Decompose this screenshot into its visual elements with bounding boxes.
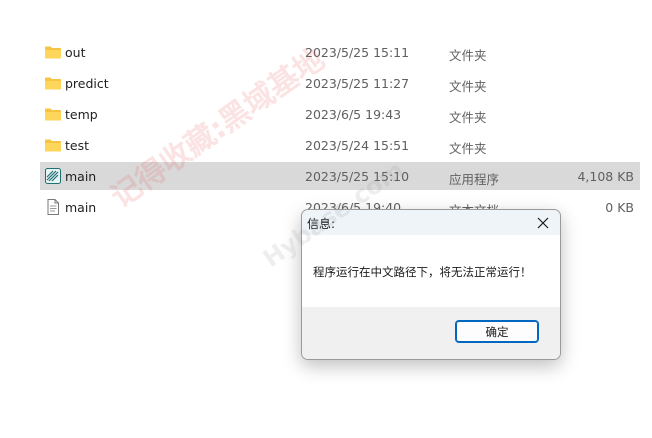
file-row-temp[interactable]: temp 2023/6/5 19:43 文件夹	[40, 100, 640, 128]
folder-icon	[45, 46, 61, 59]
file-modified-date: 2023/6/5 19:43	[305, 107, 402, 122]
file-row-test[interactable]: test 2023/5/24 15:51 文件夹	[40, 131, 640, 159]
folder-icon	[45, 77, 61, 90]
folder-icon	[45, 108, 61, 121]
file-type: 文件夹	[449, 48, 487, 63]
file-name: test	[65, 138, 90, 153]
file-modified-date: 2023/5/25 15:10	[305, 169, 410, 184]
text-document-icon	[47, 199, 59, 215]
dialog-titlebar[interactable]: 信息:	[302, 210, 560, 235]
ok-button[interactable]: 确定	[455, 320, 539, 343]
folder-icon	[45, 139, 61, 152]
application-icon	[45, 168, 61, 184]
file-list: out 2023/5/25 15:11 文件夹 predict 2023/5/2…	[40, 38, 640, 224]
file-name: main	[65, 200, 97, 215]
file-type: 文件夹	[449, 141, 487, 156]
dialog-message: 程序运行在中文路径下，将无法正常运行！	[313, 265, 532, 279]
file-name: out	[65, 45, 86, 60]
info-dialog: 信息: 程序运行在中文路径下，将无法正常运行！ 确定	[301, 209, 561, 360]
file-row-out[interactable]: out 2023/5/25 15:11 文件夹	[40, 38, 640, 66]
file-modified-date: 2023/5/25 15:11	[305, 45, 410, 60]
dialog-footer: 确定	[302, 307, 560, 359]
dialog-title: 信息:	[307, 217, 336, 231]
file-name: main	[65, 169, 97, 184]
file-name: predict	[65, 76, 109, 91]
dialog-content: 程序运行在中文路径下，将无法正常运行！	[302, 235, 560, 307]
file-size: 0 KB	[605, 200, 634, 215]
file-modified-date: 2023/5/24 15:51	[305, 138, 410, 153]
file-modified-date: 2023/5/25 11:27	[305, 76, 410, 91]
file-row-predict[interactable]: predict 2023/5/25 11:27 文件夹	[40, 69, 640, 97]
file-type: 文件夹	[449, 79, 487, 94]
close-icon[interactable]	[532, 212, 554, 234]
file-type: 文件夹	[449, 110, 487, 125]
file-row-main-exe[interactable]: main 2023/5/25 15:10 应用程序 4,108 KB	[40, 162, 640, 190]
file-type: 应用程序	[449, 172, 500, 187]
file-explorer-window: out 2023/5/25 15:11 文件夹 predict 2023/5/2…	[0, 0, 652, 438]
file-size: 4,108 KB	[577, 169, 634, 184]
file-name: temp	[65, 107, 98, 122]
